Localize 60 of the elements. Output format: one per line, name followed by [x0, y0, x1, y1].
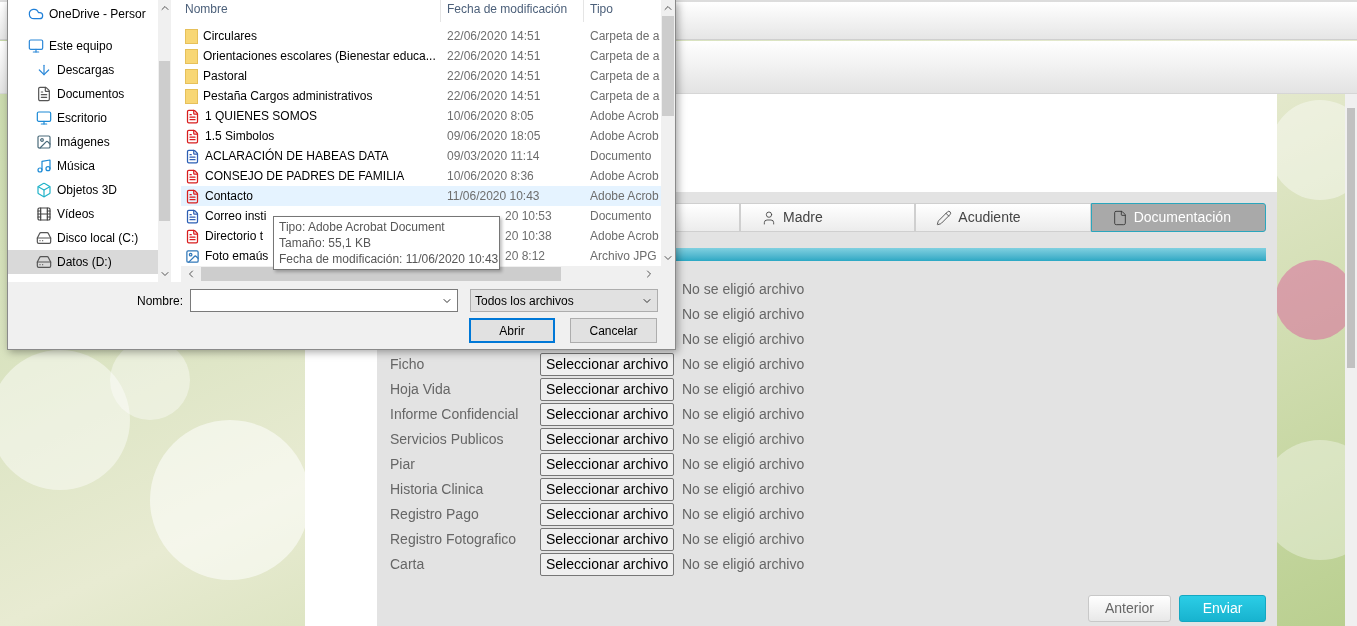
- file-type: Documento: [589, 148, 652, 165]
- file-name: Pastoral: [203, 68, 248, 85]
- tooltip-line: Tamaño: 55,1 KB: [279, 235, 373, 251]
- modified-date: 11/06/2020 10:43: [447, 189, 540, 203]
- file-name: Correo insti: [205, 208, 267, 225]
- modified-date: 22/06/2020 14:51: [447, 89, 541, 103]
- field-label: Hoja Vida: [390, 381, 451, 397]
- file-name: Foto emaús: [205, 248, 269, 265]
- field-label: Registro Fotografico: [390, 531, 517, 547]
- modified-date: 20 10:53: [505, 209, 552, 223]
- field-label: Registro Pago: [390, 506, 479, 522]
- modified-date: 10/06/2020 8:36: [447, 169, 534, 183]
- file-type: Adobe Acrob: [589, 128, 659, 145]
- modified-date: 10/06/2020 8:05: [447, 109, 534, 123]
- file-status-text: No se eligió archivo: [682, 505, 805, 524]
- file-type: Archivo JPG: [589, 248, 657, 265]
- file-name: Directorio t: [205, 228, 263, 245]
- file-name: Contacto: [205, 188, 254, 205]
- file-status-text: No se eligió archivo: [682, 305, 805, 324]
- file-status-text: No se eligió archivo: [682, 455, 805, 474]
- modified-date: 09/03/2020 11:14: [447, 149, 540, 163]
- file-type: Carpeta de a: [589, 28, 660, 45]
- file-status-text: No se eligió archivo: [682, 280, 805, 299]
- file-type: Adobe Acrob: [589, 108, 659, 125]
- file-name: Circulares: [203, 28, 257, 45]
- file-type: Carpeta de a: [589, 68, 660, 85]
- file-type: Adobe Acrob: [589, 228, 659, 245]
- file-type: Carpeta de a: [589, 88, 660, 105]
- file-status-text: No se eligió archivo: [682, 405, 805, 424]
- file-name: ACLARACIÓN DE HABEAS DATA: [205, 147, 389, 165]
- field-label: Carta: [390, 556, 425, 572]
- file-name: Pestaña Cargos administrativos: [203, 88, 373, 105]
- modified-date: 22/06/2020 14:51: [447, 29, 541, 43]
- file-status-text: No se eligió archivo: [682, 555, 805, 574]
- file-type: Carpeta de a: [589, 48, 660, 65]
- field-label: Servicios Publicos: [390, 431, 504, 447]
- file-name: Orientaciones escolares (Bienestar educa...: [203, 48, 436, 65]
- tooltip-line: Tipo: Adobe Acrobat Document: [279, 219, 446, 235]
- file-type: Documento: [589, 208, 652, 225]
- modified-date: 22/06/2020 14:51: [447, 49, 541, 63]
- modified-date: 20 8:12: [505, 249, 546, 263]
- modified-date: 20 10:38: [505, 229, 552, 243]
- file-status-text: No se eligió archivo: [682, 430, 805, 449]
- field-label: Historia Clinica: [390, 481, 484, 497]
- field-label: Informe Confidencial: [390, 406, 519, 422]
- modified-date: 22/06/2020 14:51: [447, 69, 541, 83]
- file-name: 1 QUIENES SOMOS: [205, 108, 318, 125]
- field-label: Ficho: [390, 356, 425, 372]
- file-status-text: No se eligió archivo: [682, 355, 805, 374]
- filename-label: Nombre:: [137, 292, 184, 310]
- modified-date: 09/06/2020 18:05: [447, 129, 541, 143]
- file-type: Adobe Acrob: [589, 188, 659, 205]
- file-type: Adobe Acrob: [589, 168, 659, 185]
- file-status-text: No se eligió archivo: [682, 530, 805, 549]
- file-name: CONSEJO DE PADRES DE FAMILIA: [205, 168, 405, 185]
- file-status-text: No se eligió archivo: [682, 480, 805, 499]
- field-label: Piar: [390, 456, 415, 472]
- file-name: 1.5 Simbolos: [205, 128, 275, 145]
- file-status-text: No se eligió archivo: [682, 380, 805, 399]
- file-status-text: No se eligió archivo: [682, 330, 805, 349]
